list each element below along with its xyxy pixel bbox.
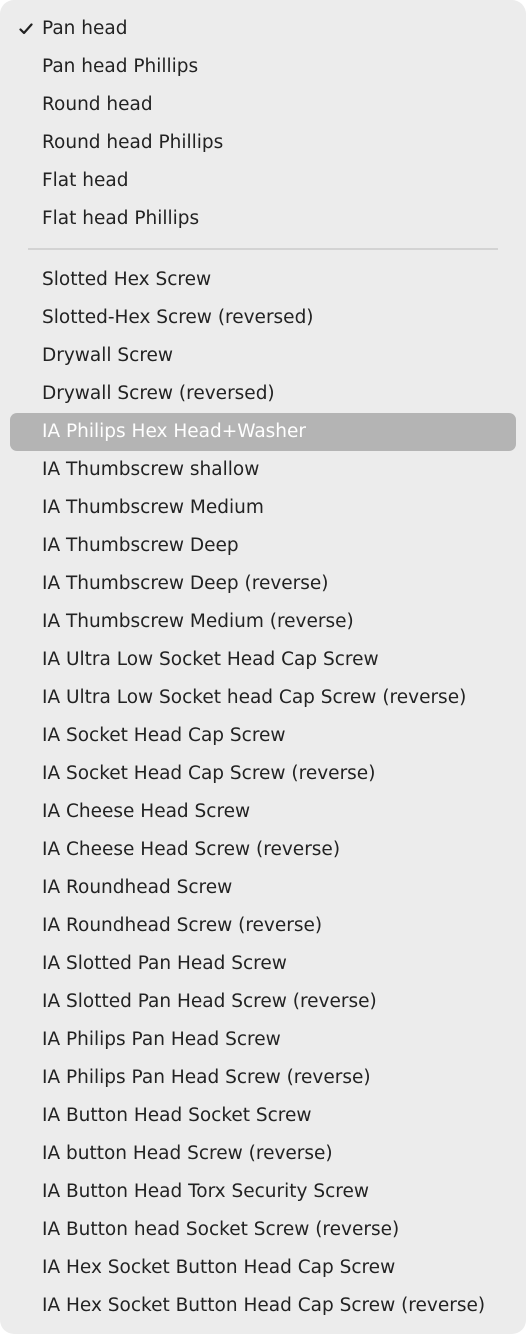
menu-separator [28,248,498,250]
menu-item[interactable]: Slotted-Hex Screw (reversed) [10,299,516,337]
menu-item[interactable]: IA Philips Pan Head Screw [10,1021,516,1059]
menu-item-label: IA Button head Socket Screw (reverse) [42,1219,400,1240]
menu-item-label: IA Slotted Pan Head Screw [42,953,287,974]
menu-item[interactable]: Round head [10,86,516,124]
menu-item-label: Drywall Screw [42,345,174,366]
screw-type-dropdown-menu: Pan head Pan head Phillips Round head Round… [0,0,526,1334]
menu-item[interactable]: IA Roundhead Screw [10,869,516,907]
menu-item-label: IA Thumbscrew Deep [42,535,239,556]
menu-item-label: Pan head [42,18,128,39]
menu-item[interactable]: IA Hex Socket Button Head Cap Screw [10,1249,516,1287]
menu-item[interactable]: IA Roundhead Screw (reverse) [10,907,516,945]
menu-item[interactable]: IA Slotted Pan Head Screw (reverse) [10,983,516,1021]
menu-item[interactable]: IA Ultra Low Socket Head Cap Screw [10,641,516,679]
menu-item-label: IA Cheese Head Screw (reverse) [42,839,341,860]
menu-item[interactable]: IA Button Head Socket Screw [10,1097,516,1135]
menu-item[interactable]: IA Cheese Head Screw [10,793,516,831]
menu-item-label: IA Thumbscrew Medium (reverse) [42,611,354,632]
menu-item-label: IA Ultra Low Socket Head Cap Screw [42,649,379,670]
menu-item[interactable]: IA Thumbscrew Medium [10,489,516,527]
menu-item[interactable]: IA Button head Socket Screw (reverse) [10,1211,516,1249]
menu-item[interactable]: IA Thumbscrew shallow [10,451,516,489]
menu-item-label: IA Thumbscrew Deep (reverse) [42,573,329,594]
menu-item-label: IA Button Head Torx Security Screw [42,1181,369,1202]
menu-group-basic-heads: Pan head Pan head Phillips Round head Round… [0,10,526,238]
menu-item-label: Round head Phillips [42,132,224,153]
menu-item-label: IA Socket Head Cap Screw (reverse) [42,763,376,784]
menu-item[interactable]: Flat head [10,162,516,200]
menu-item-label: IA Ultra Low Socket head Cap Screw (reve… [42,687,467,708]
menu-item-label: IA Socket Head Cap Screw [42,725,286,746]
menu-item-label: IA Hex Socket Button Head Cap Screw [42,1257,396,1278]
menu-item-label: IA Slotted Pan Head Screw (reverse) [42,991,377,1012]
menu-item[interactable]: IA Hex Socket Button Head Cap Screw (rev… [10,1287,516,1325]
menu-item[interactable]: IA Ultra Low Socket head Cap Screw (reve… [10,679,516,717]
menu-item[interactable]: Slotted Hex Screw [10,261,516,299]
menu-group-screw-types: Slotted Hex Screw Slotted-Hex Screw (reve… [0,261,526,1325]
menu-item-label: Slotted Hex Screw [42,269,212,290]
menu-item-label: IA Thumbscrew shallow [42,459,260,480]
menu-item[interactable]: IA button Head Screw (reverse) [10,1135,516,1173]
menu-item-label: IA Philips Pan Head Screw (reverse) [42,1067,371,1088]
menu-item[interactable]: IA Socket Head Cap Screw (reverse) [10,755,516,793]
menu-item-label: IA button Head Screw (reverse) [42,1143,333,1164]
menu-item-label: IA Philips Hex Head+Washer [42,421,307,442]
menu-item-label: IA Cheese Head Screw [42,801,251,822]
menu-item-label: Flat head [42,170,129,191]
menu-item-label: Round head [42,94,153,115]
menu-item[interactable]: IA Thumbscrew Deep [10,527,516,565]
menu-item[interactable]: Round head Phillips [10,124,516,162]
checkmark-icon [16,10,36,48]
menu-item[interactable]: Drywall Screw [10,337,516,375]
menu-item-label: Flat head Phillips [42,208,200,229]
menu-item[interactable]: IA Cheese Head Screw (reverse) [10,831,516,869]
menu-item[interactable]: Drywall Screw (reversed) [10,375,516,413]
menu-item-label: IA Philips Pan Head Screw [42,1029,281,1050]
menu-item[interactable]: IA Philips Hex Head+Washer [10,413,516,451]
menu-item-label: IA Button Head Socket Screw [42,1105,312,1126]
menu-item[interactable]: IA Socket Head Cap Screw [10,717,516,755]
menu-item[interactable]: IA Philips Pan Head Screw (reverse) [10,1059,516,1097]
menu-item-label: IA Thumbscrew Medium [42,497,264,518]
menu-item-label: IA Roundhead Screw (reverse) [42,915,323,936]
menu-item-label: Slotted-Hex Screw (reversed) [42,307,314,328]
menu-item[interactable]: Flat head Phillips [10,200,516,238]
menu-item[interactable]: IA Thumbscrew Medium (reverse) [10,603,516,641]
menu-item-label: Drywall Screw (reversed) [42,383,275,404]
menu-item[interactable]: Pan head [10,10,516,48]
menu-item[interactable]: IA Button Head Torx Security Screw [10,1173,516,1211]
menu-item[interactable]: Pan head Phillips [10,48,516,86]
menu-item-label: IA Hex Socket Button Head Cap Screw (rev… [42,1295,486,1316]
menu-item[interactable]: IA Slotted Pan Head Screw [10,945,516,983]
menu-item[interactable]: IA Thumbscrew Deep (reverse) [10,565,516,603]
menu-item-label: Pan head Phillips [42,56,199,77]
menu-item-label: IA Roundhead Screw [42,877,233,898]
